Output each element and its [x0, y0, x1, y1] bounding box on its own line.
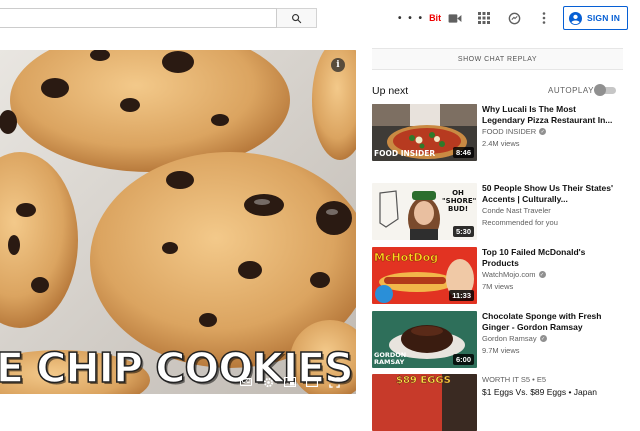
bit-extension[interactable]: • • • Bit	[398, 11, 441, 25]
video-player[interactable]	[0, 50, 356, 394]
list-item[interactable]: McHotDog 11:33 Top 10 Failed McDonald's …	[372, 247, 634, 307]
channel-label: Conde Nast Traveler	[482, 206, 551, 215]
verified-check-icon: ✓	[538, 271, 546, 278]
video-thumbnail[interactable]: OH "SHORE" BUD! 5:30	[372, 183, 477, 240]
more-vert-icon	[542, 12, 546, 24]
verified-check-icon: ✓	[539, 128, 547, 135]
gear-icon	[263, 377, 273, 387]
info-button[interactable]: i	[331, 58, 345, 72]
account-circle-icon	[569, 11, 582, 25]
video-meta: 7M views	[482, 282, 514, 291]
channel-label: FOOD INSIDER	[482, 127, 537, 136]
duration-badge: 5:30	[452, 226, 474, 237]
miniplayer-icon	[284, 377, 296, 387]
video-title[interactable]: 50 People Show Us Their States' Accents …	[482, 183, 620, 205]
autoplay-toggle[interactable]	[594, 84, 616, 96]
thumbnail-overlay-text: $89 EGGS	[396, 375, 451, 386]
video-thumbnail[interactable]: McHotDog 11:33	[372, 247, 477, 304]
list-item[interactable]: GORDON RAMSAY 6:00 Chocolate Sponge with…	[372, 311, 634, 371]
messages-button[interactable]	[505, 9, 523, 27]
video-thumbnail[interactable]: $89 EGGS	[372, 374, 477, 431]
duration-badge: 6:00	[452, 354, 474, 365]
channel-label: Gordon Ramsay	[482, 334, 537, 343]
up-next-heading: Up next	[372, 85, 409, 97]
apps-button[interactable]	[475, 9, 493, 27]
chat-bubble-icon	[508, 12, 520, 24]
video-meta: 2.4M views	[482, 139, 520, 148]
apps-grid-icon	[478, 12, 490, 24]
channel-label: WatchMojo.com	[482, 270, 536, 279]
channel-name[interactable]: WatchMojo.com ✓	[482, 270, 546, 279]
video-camera-icon	[448, 13, 462, 23]
channel-name[interactable]: $1 Eggs Vs. $89 Eggs • Japan	[482, 387, 597, 397]
fullscreen-icon	[328, 376, 340, 388]
top-bar: • • • Bit SIGN IN	[0, 0, 640, 36]
video-title[interactable]: WORTH IT S5 • E5	[482, 374, 620, 385]
theater-mode-button[interactable]	[304, 375, 320, 389]
search-input[interactable]	[0, 8, 277, 28]
fullscreen-button[interactable]	[326, 375, 342, 389]
channel-label: $1 Eggs Vs. $89 Eggs • Japan	[482, 387, 597, 397]
video-meta: 9.7M views	[482, 346, 520, 355]
list-item[interactable]: FOOD INSIDER 8:46 Why Lucali Is The Most…	[372, 104, 634, 164]
video-title[interactable]: Top 10 Failed McDonald's Products	[482, 247, 620, 269]
bit-extension-label: Bit	[429, 13, 442, 23]
video-thumbnail[interactable]: GORDON RAMSAY 6:00	[372, 311, 477, 368]
channel-name[interactable]: Gordon Ramsay ✓	[482, 334, 547, 343]
duration-badge: 11:33	[449, 290, 474, 301]
bit-extension-dots: • • •	[398, 12, 425, 24]
search-icon	[292, 13, 302, 23]
autoplay-label: AUTOPLAY	[548, 86, 594, 95]
thumbnail-overlay-text: OH "SHORE" BUD!	[442, 189, 477, 213]
create-video-button[interactable]	[446, 9, 464, 27]
show-chat-replay-button[interactable]: SHOW CHAT REPLAY	[372, 48, 623, 70]
sign-in-label: SIGN IN	[587, 13, 621, 23]
video-thumbnail[interactable]: FOOD INSIDER 8:46	[372, 104, 477, 161]
miniplayer-button[interactable]	[282, 375, 298, 389]
thumbnail-overlay-text: FOOD INSIDER	[374, 149, 436, 158]
settings-menu-button[interactable]	[535, 9, 553, 27]
search-button[interactable]	[277, 8, 317, 28]
video-title[interactable]: Chocolate Sponge with Fresh Ginger - Gor…	[482, 311, 620, 333]
channel-name[interactable]: Conde Nast Traveler	[482, 206, 551, 215]
player-controls: CC	[238, 374, 342, 390]
video-meta: Recommended for you	[482, 218, 558, 227]
thumbnail-overlay-text: GORDON RAMSAY	[374, 351, 407, 366]
duration-badge: 8:46	[452, 147, 474, 158]
captions-button[interactable]: CC	[238, 375, 254, 389]
sign-in-button[interactable]: SIGN IN	[563, 6, 628, 30]
theater-icon	[306, 377, 318, 387]
list-item[interactable]: OH "SHORE" BUD! 5:30 50 People Show Us T…	[372, 183, 634, 243]
settings-button[interactable]	[260, 375, 276, 389]
toggle-knob	[594, 84, 606, 96]
channel-name[interactable]: FOOD INSIDER ✓	[482, 127, 547, 136]
captions-icon: CC	[239, 378, 253, 386]
video-title[interactable]: Why Lucali Is The Most Legendary Pizza R…	[482, 104, 620, 126]
video-frame-cookies	[0, 50, 356, 394]
verified-check-icon: ✓	[539, 335, 547, 342]
thumbnail-overlay-text: McHotDog	[374, 251, 439, 265]
list-item[interactable]: $89 EGGS WORTH IT S5 • E5 $1 Eggs Vs. $8…	[372, 374, 634, 431]
